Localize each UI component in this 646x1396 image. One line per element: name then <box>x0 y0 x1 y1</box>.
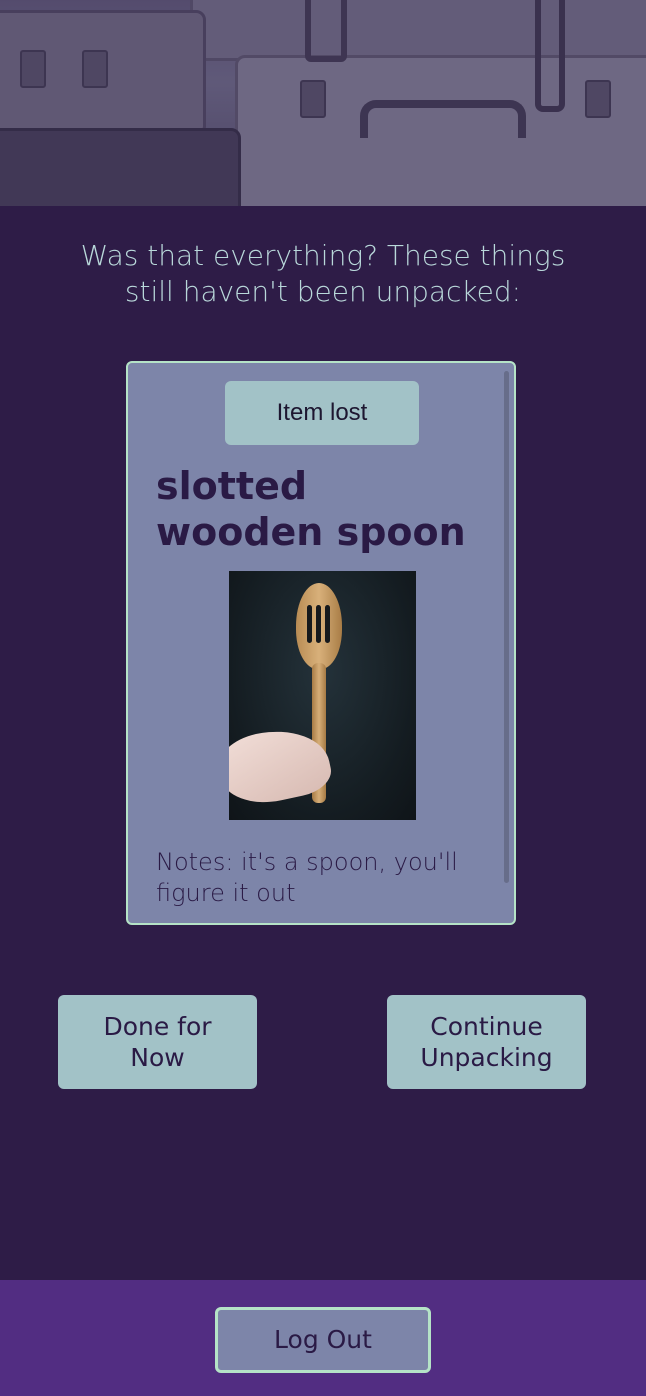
done-label-line-2: Now <box>130 1043 185 1072</box>
card-scrollbar[interactable] <box>504 371 509 883</box>
item-name: slotted wooden spoon <box>156 464 466 554</box>
header-banner-image <box>0 0 646 206</box>
suitcase-graphic <box>0 128 241 206</box>
footer-bar: Log Out <box>0 1280 646 1396</box>
spoon-slot <box>307 605 312 643</box>
item-notes: Notes: it's a spoon, you'll figure it ou… <box>156 848 458 907</box>
suitcase-handle <box>360 100 526 138</box>
suitcase-latch <box>585 80 611 118</box>
item-lost-button[interactable]: Item lost <box>225 381 419 445</box>
suitcase-latch <box>300 80 326 118</box>
item-photo <box>229 571 416 820</box>
done-label-line-1: Done for <box>103 1012 212 1041</box>
suitcase-strap <box>535 0 565 112</box>
suitcase-latch <box>20 50 46 88</box>
continue-unpacking-button[interactable]: Continue Unpacking <box>387 995 586 1089</box>
prompt-line-1: Was that everything? These things <box>80 239 566 272</box>
suitcase-graphic <box>0 10 206 136</box>
continue-label-line-1: Continue <box>430 1012 543 1041</box>
item-card[interactable]: Item lost slotted wooden spoon Notes: it… <box>126 361 516 925</box>
spoon-slot <box>325 605 330 643</box>
spoon-head-graphic <box>296 583 342 669</box>
suitcase-graphic <box>190 0 646 61</box>
unpacked-prompt: Was that everything? These things still … <box>60 238 586 310</box>
log-out-button[interactable]: Log Out <box>215 1307 431 1373</box>
suitcase-graphic <box>235 55 646 206</box>
done-for-now-button[interactable]: Done for Now <box>58 995 257 1089</box>
continue-label-line-2: Unpacking <box>420 1043 553 1072</box>
suitcase-strap <box>305 0 347 62</box>
suitcase-latch <box>82 50 108 88</box>
prompt-line-2: still haven't been unpacked: <box>124 275 522 308</box>
spoon-slot <box>316 605 321 643</box>
